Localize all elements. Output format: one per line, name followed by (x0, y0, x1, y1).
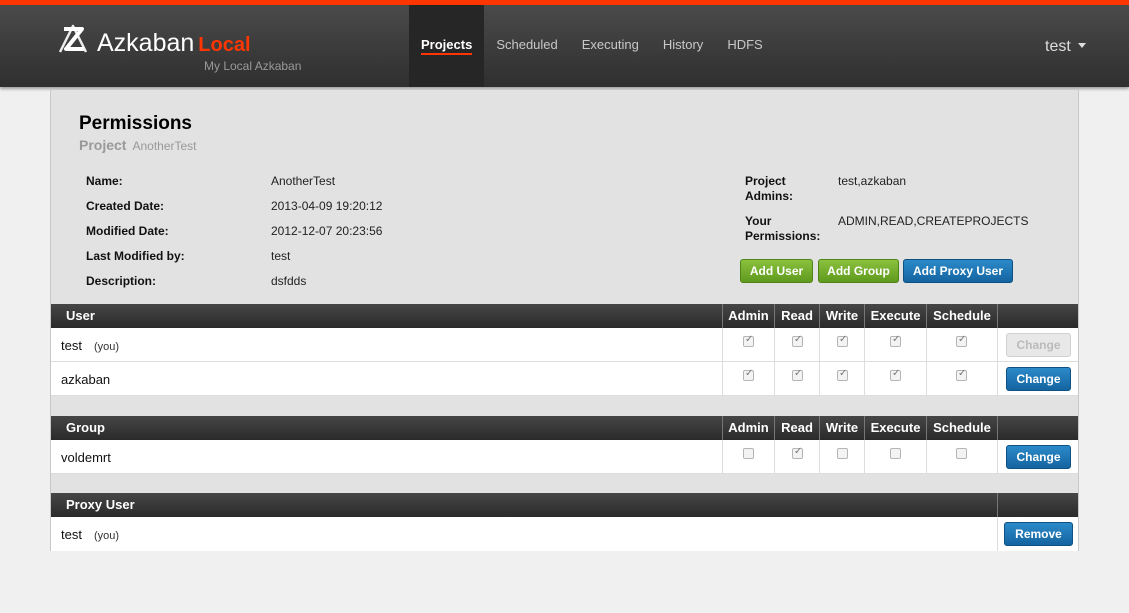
change-button[interactable]: Change (1006, 367, 1071, 391)
you-tag: (you) (93, 341, 120, 353)
write-column-header: Write (819, 304, 864, 328)
table-row: voldemrt Change (51, 440, 1078, 474)
write-checkbox[interactable] (837, 334, 848, 347)
action-column-header (997, 493, 1078, 517)
user-permissions-table: User Admin Read Write Execute Schedule t… (51, 304, 1078, 396)
execute-checkbox[interactable] (890, 334, 901, 347)
permissions-panel: Permissions Project AnotherTest Name: Anot… (50, 89, 1079, 551)
execute-column-header: Execute (864, 416, 926, 440)
execute-column-header: Execute (864, 304, 926, 328)
add-proxy-user-button[interactable]: Add Proxy User (903, 259, 1013, 283)
table-header: Proxy User (51, 493, 1078, 517)
execute-checkbox[interactable] (890, 368, 901, 381)
admin-checkbox[interactable] (743, 448, 754, 459)
project-subtitle: Project AnotherTest (79, 137, 197, 153)
table-row: azkaban Change (51, 362, 1078, 396)
change-button[interactable]: Change (1006, 333, 1071, 357)
action-column-header (997, 304, 1078, 328)
write-column-header: Write (819, 416, 864, 440)
schedule-column-header: Schedule (926, 304, 997, 328)
nav-executing[interactable]: Executing (570, 5, 651, 87)
nav-history[interactable]: History (651, 5, 715, 87)
add-group-button[interactable]: Add Group (818, 259, 899, 283)
proxy-user-name: test (you) (61, 527, 120, 542)
read-column-header: Read (774, 416, 819, 440)
you-tag: (you) (93, 530, 120, 542)
info-description: Description: dsfdds (86, 274, 307, 288)
group-name: voldemrt (61, 450, 111, 465)
nav-scheduled[interactable]: Scheduled (484, 5, 569, 87)
brand-subtitle: My Local Azkaban (204, 59, 302, 73)
project-admins-value: test,azkaban (838, 174, 907, 188)
admin-checkbox[interactable] (743, 368, 754, 381)
caret-down-icon (1078, 43, 1087, 49)
info-name: Name: AnotherTest (86, 174, 336, 188)
nav-projects[interactable]: Projects (409, 5, 485, 87)
info-modified-date: Modified Date: 2012-12-07 20:23:56 (86, 224, 383, 238)
schedule-checkbox[interactable] (956, 368, 967, 381)
read-checkbox[interactable] (792, 446, 803, 459)
main-nav: Projects Scheduled Executing History HDF… (409, 5, 775, 87)
add-user-button[interactable]: Add User (740, 259, 813, 283)
project-admins-label: Project Admins: (745, 174, 793, 203)
env-label: Local (198, 34, 251, 56)
action-column-header (997, 416, 1078, 440)
table-row: test (you) Remove (51, 517, 1078, 551)
nav-hdfs[interactable]: HDFS (715, 5, 774, 87)
brand-title[interactable]: Azkaban Local (97, 29, 251, 58)
user-name: test (you) (61, 338, 120, 353)
user-column-header: User (66, 308, 95, 323)
schedule-checkbox[interactable] (956, 334, 967, 347)
proxy-user-table: Proxy User test (you) Remove (51, 493, 1078, 551)
table-header: Group Admin Read Write Execute Schedule (51, 416, 1078, 440)
group-permissions-table: Group Admin Read Write Execute Schedule … (51, 416, 1078, 474)
info-created-date: Created Date: 2013-04-09 19:20:12 (86, 199, 383, 213)
page-title: Permissions (79, 113, 192, 134)
admin-checkbox[interactable] (743, 334, 754, 347)
user-menu[interactable]: test (1045, 38, 1087, 56)
remove-button[interactable]: Remove (1004, 522, 1073, 546)
write-checkbox[interactable] (837, 448, 848, 459)
read-checkbox[interactable] (792, 334, 803, 347)
change-button[interactable]: Change (1006, 445, 1071, 469)
admin-column-header: Admin (722, 304, 774, 328)
schedule-checkbox[interactable] (956, 448, 967, 459)
table-row: test(you) Change (51, 328, 1078, 362)
table-header: User Admin Read Write Execute Schedule (51, 304, 1078, 328)
your-permissions-label: Your Permissions: (745, 214, 821, 243)
user-name: azkaban (61, 372, 111, 387)
project-name: AnotherTest (132, 139, 197, 153)
azkaban-logo-icon[interactable] (56, 23, 90, 57)
read-column-header: Read (774, 304, 819, 328)
read-checkbox[interactable] (792, 368, 803, 381)
write-checkbox[interactable] (837, 368, 848, 381)
info-last-modified-by: Last Modified by: test (86, 249, 291, 263)
proxy-user-column-header: Proxy User (66, 497, 135, 512)
execute-checkbox[interactable] (890, 448, 901, 459)
group-column-header: Group (66, 420, 105, 435)
schedule-column-header: Schedule (926, 416, 997, 440)
admin-column-header: Admin (722, 416, 774, 440)
your-permissions-value: ADMIN,READ,CREATEPROJECTS (838, 214, 1029, 228)
top-navbar: Azkaban Local My Local Azkaban Projects S… (0, 0, 1129, 87)
